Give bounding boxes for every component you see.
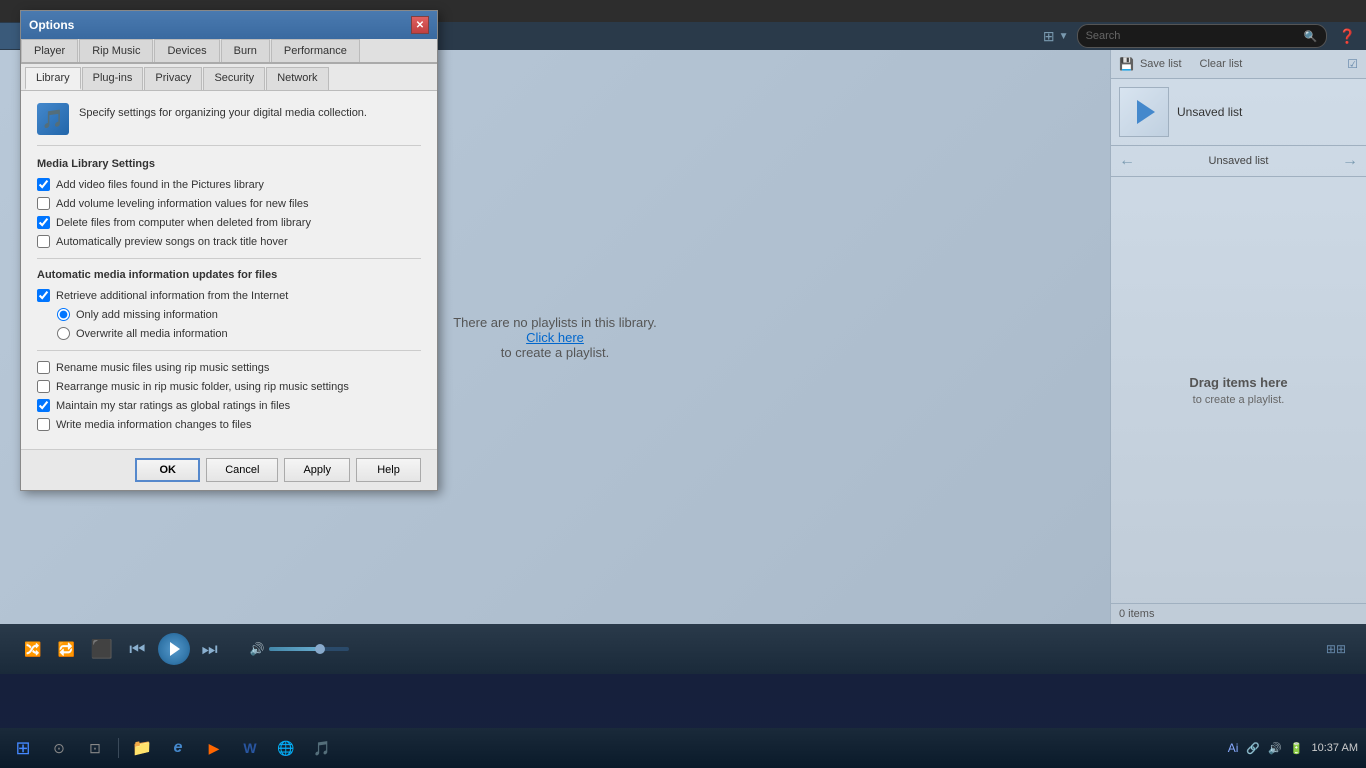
radio-only-add: Only add missing information: [57, 308, 421, 321]
checkbox-auto-preview: Automatically preview songs on track tit…: [37, 235, 421, 248]
label-rearrange-music: Rearrange music in rip music folder, usi…: [56, 381, 349, 393]
ok-button[interactable]: OK: [135, 458, 200, 482]
apply-button[interactable]: Apply: [284, 458, 350, 482]
chk-add-volume[interactable]: [37, 197, 50, 210]
label-maintain-ratings: Maintain my star ratings as global ratin…: [56, 400, 290, 412]
label-overwrite: Overwrite all media information: [76, 328, 228, 340]
auto-update-section-title: Automatic media information updates for …: [37, 269, 421, 281]
chk-auto-preview[interactable]: [37, 235, 50, 248]
checkbox-rename-music: Rename music files using rip music setti…: [37, 361, 421, 374]
help-button[interactable]: Help: [356, 458, 421, 482]
checkbox-add-video: Add video files found in the Pictures li…: [37, 178, 421, 191]
section-divider-2: [37, 350, 421, 351]
tab-player[interactable]: Player: [21, 39, 78, 62]
radio-overwrite: Overwrite all media information: [57, 327, 421, 340]
cancel-button[interactable]: Cancel: [206, 458, 278, 482]
label-auto-preview: Automatically preview songs on track tit…: [56, 236, 288, 248]
dialog-desc-text: Specify settings for organizing your dig…: [79, 103, 367, 119]
dialog-tabs: Player Rip Music Devices Burn Performanc…: [21, 39, 437, 64]
dialog-overlay: Options ✕ Player Rip Music Devices Burn …: [0, 0, 1366, 768]
dialog-subtabs: Library Plug-ins Privacy Security Networ…: [21, 64, 437, 91]
label-add-video: Add video files found in the Pictures li…: [56, 179, 264, 191]
wmp-main: Play Burn Sync ⊞ ▼ Search 🔍 ❓ There are …: [0, 0, 1366, 768]
dialog-body: 🎵 Specify settings for organizing your d…: [21, 91, 437, 449]
dialog-title: Options: [29, 18, 74, 32]
subtab-network[interactable]: Network: [266, 67, 328, 90]
checkbox-rearrange-music: Rearrange music in rip music folder, usi…: [37, 380, 421, 393]
dialog-footer: OK Cancel Apply Help: [21, 449, 437, 490]
chk-rename-music[interactable]: [37, 361, 50, 374]
label-only-add: Only add missing information: [76, 309, 218, 321]
checkbox-delete-files: Delete files from computer when deleted …: [37, 216, 421, 229]
chk-delete-files[interactable]: [37, 216, 50, 229]
subtab-security[interactable]: Security: [203, 67, 265, 90]
checkbox-maintain-ratings: Maintain my star ratings as global ratin…: [37, 399, 421, 412]
subtab-privacy[interactable]: Privacy: [144, 67, 202, 90]
chk-retrieve-info[interactable]: [37, 289, 50, 302]
chk-maintain-ratings[interactable]: [37, 399, 50, 412]
dialog-icon: 🎵: [37, 103, 69, 135]
label-rename-music: Rename music files using rip music setti…: [56, 362, 269, 374]
radio-overwrite-input[interactable]: [57, 327, 70, 340]
checkbox-retrieve-info: Retrieve additional information from the…: [37, 289, 421, 302]
label-retrieve-info: Retrieve additional information from the…: [56, 290, 288, 302]
options-dialog: Options ✕ Player Rip Music Devices Burn …: [20, 10, 438, 491]
checkbox-add-volume: Add volume leveling information values f…: [37, 197, 421, 210]
dialog-titlebar: Options ✕: [21, 11, 437, 39]
chk-rearrange-music[interactable]: [37, 380, 50, 393]
label-write-media: Write media information changes to files: [56, 419, 251, 431]
tab-devices[interactable]: Devices: [154, 39, 219, 62]
chk-add-video[interactable]: [37, 178, 50, 191]
tab-rip-music[interactable]: Rip Music: [79, 39, 153, 62]
label-delete-files: Delete files from computer when deleted …: [56, 217, 311, 229]
dialog-description: 🎵 Specify settings for organizing your d…: [37, 103, 421, 146]
media-library-section-title: Media Library Settings: [37, 158, 421, 170]
chk-write-media[interactable]: [37, 418, 50, 431]
subtab-library[interactable]: Library: [25, 67, 81, 90]
section-divider-1: [37, 258, 421, 259]
media-icon: 🎵: [42, 109, 64, 130]
dialog-close-btn[interactable]: ✕: [411, 16, 429, 34]
subtab-plugins[interactable]: Plug-ins: [82, 67, 144, 90]
tab-burn[interactable]: Burn: [221, 39, 270, 62]
radio-only-add-input[interactable]: [57, 308, 70, 321]
label-add-volume: Add volume leveling information values f…: [56, 198, 309, 210]
tab-performance[interactable]: Performance: [271, 39, 360, 62]
checkbox-write-media: Write media information changes to files: [37, 418, 421, 431]
